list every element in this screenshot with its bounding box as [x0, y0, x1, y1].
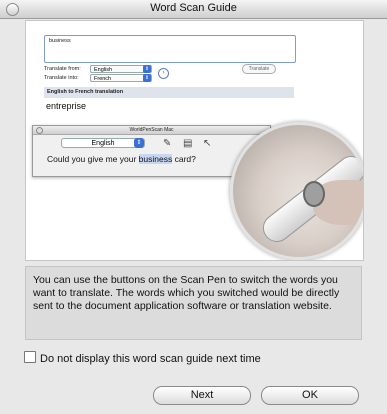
select-arrows-icon: ⇕ [143, 74, 151, 82]
translate-from-value: English [94, 67, 113, 73]
translate-into-value: French [94, 76, 112, 82]
translate-button: Translate [242, 64, 276, 74]
scan-tool-icon: ▤ [183, 138, 193, 149]
close-window-icon [36, 127, 43, 134]
worldpenscan-title: WorldPenScan Mac [129, 127, 174, 133]
guide-illustration: business Translate from: English ⇕ Trans… [25, 20, 364, 261]
translate-input-field: business [44, 35, 296, 63]
highlighted-word: business [138, 154, 173, 164]
worldpenscan-titlebar: WorldPenScan Mac [33, 126, 270, 135]
dont-show-again-label: Do not display this word scan guide next… [40, 353, 261, 365]
sentence-part: card? [172, 154, 196, 164]
translate-input-value: business [49, 38, 71, 44]
guide-description: You can use the buttons on the Scan Pen … [25, 266, 362, 340]
translate-into-select: French ⇕ [90, 74, 152, 82]
translate-from-select: English ⇕ [90, 65, 152, 73]
result-header: English to French translation [44, 87, 294, 98]
select-arrows-icon: ⇕ [134, 138, 144, 148]
edit-pen-icon: ✎ [163, 138, 172, 149]
translate-from-label: Translate from: [44, 66, 81, 72]
language-select: English ⇕ [61, 138, 145, 148]
pointer-tool-icon: ↖ [203, 138, 212, 149]
swap-languages-icon: › [158, 68, 169, 79]
dont-show-again-row[interactable]: Do not display this word scan guide next… [24, 351, 261, 365]
next-button[interactable]: Next [153, 386, 251, 405]
result-text: entreprise [46, 101, 87, 111]
ok-button[interactable]: OK [261, 386, 359, 405]
pen-button-icon [303, 181, 325, 207]
scan-pen-photo [230, 122, 363, 260]
translate-into-label: Translate into: [44, 75, 79, 81]
sentence-part: Could you give me your [47, 154, 139, 164]
select-arrows-icon: ⇕ [143, 65, 151, 73]
scanned-sentence: Could you give me your business card? [47, 154, 196, 164]
window-title: Word Scan Guide [150, 2, 237, 14]
language-value: English [91, 140, 115, 147]
title-bar: Word Scan Guide [0, 0, 387, 19]
dont-show-again-checkbox[interactable] [24, 351, 36, 363]
